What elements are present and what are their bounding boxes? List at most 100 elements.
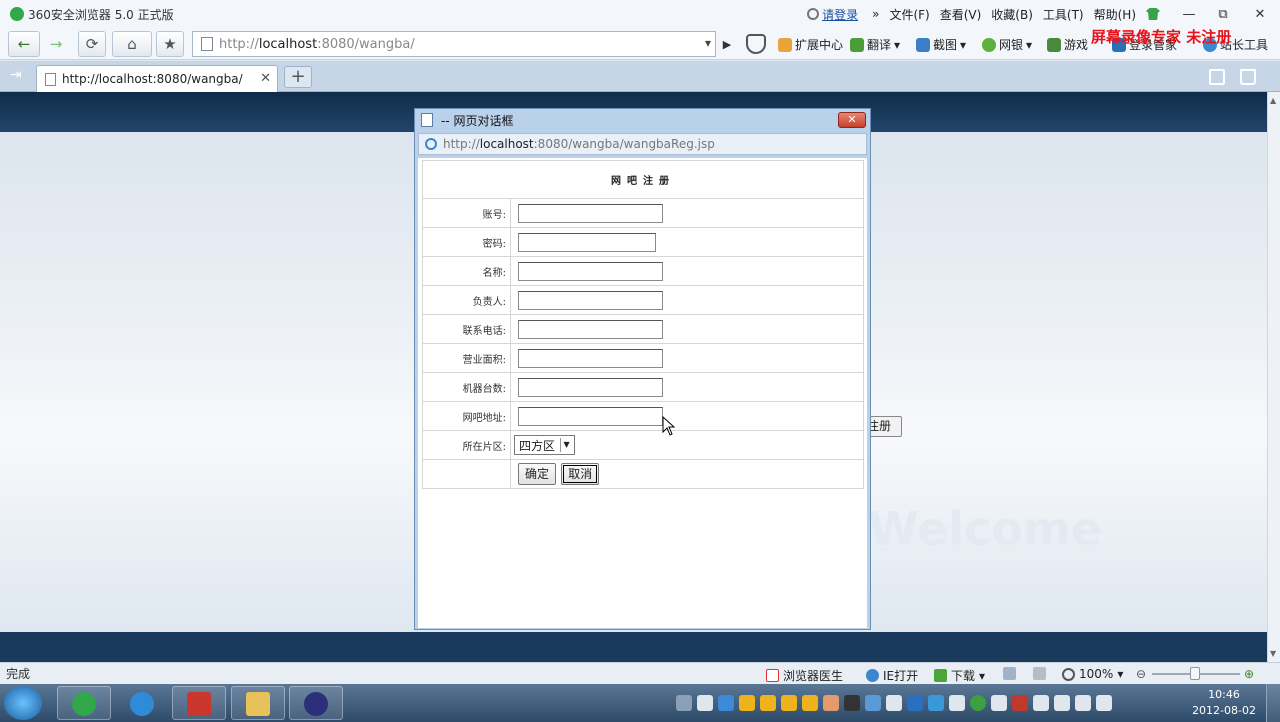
download-button[interactable]: 下载 ▾: [934, 667, 985, 684]
taskbar-explorer[interactable]: [231, 686, 285, 720]
menu-help[interactable]: 帮助(H): [1094, 6, 1136, 23]
tray-app-icon[interactable]: [886, 695, 902, 711]
tray-app-icon[interactable]: [907, 695, 923, 711]
flag-icon[interactable]: [1033, 695, 1049, 711]
refresh-button[interactable]: ⟳: [78, 31, 106, 57]
compat-icon[interactable]: [1003, 667, 1016, 680]
qq-icon[interactable]: [781, 695, 797, 711]
volume-icon[interactable]: [1096, 695, 1112, 711]
login-link[interactable]: 请登录: [807, 6, 858, 23]
zoom-slider-thumb[interactable]: [1190, 667, 1200, 680]
translate-button[interactable]: 翻译 ▾: [850, 36, 900, 53]
page-icon: [201, 37, 213, 51]
forward-button[interactable]: →: [40, 31, 72, 57]
qq-icon[interactable]: [802, 695, 818, 711]
taskbar-clock[interactable]: 10:46 2012-08-02: [1192, 687, 1256, 719]
show-desktop-button[interactable]: [1266, 684, 1280, 722]
area-input[interactable]: [518, 348, 663, 368]
titlebar-right: 请登录 » 文件(F) 查看(V) 收藏(B) 工具(T) 帮助(H) — ⧉ …: [807, 0, 1280, 28]
district-select[interactable]: 四方区 ▼: [514, 435, 576, 455]
menu-favorites[interactable]: 收藏(B): [991, 6, 1033, 23]
cancel-button[interactable]: 取消: [561, 463, 600, 485]
zoom-in-icon[interactable]: ⊕: [1244, 667, 1254, 681]
zoom-dropdown-icon[interactable]: ▾: [1117, 667, 1123, 681]
manager-input[interactable]: [518, 290, 663, 310]
taskbar-eclipse[interactable]: [289, 686, 343, 720]
translate-dropdown-icon[interactable]: ▾: [894, 38, 900, 52]
name-input[interactable]: [518, 261, 663, 281]
password-input[interactable]: [518, 232, 656, 252]
go-button[interactable]: ▶: [716, 31, 738, 57]
menu-tools[interactable]: 工具(T): [1043, 6, 1084, 23]
ie-open-button[interactable]: IE打开: [866, 667, 918, 684]
restore-tabs-icon[interactable]: [1209, 69, 1225, 85]
security-shield-icon[interactable]: [746, 34, 766, 54]
translate-label: 翻译: [867, 38, 892, 52]
screenshot-button[interactable]: 截图 ▾: [916, 36, 966, 53]
machines-input[interactable]: [518, 377, 663, 397]
folder-icon: [246, 692, 270, 716]
tab-close-icon[interactable]: ✕: [260, 71, 271, 86]
skin-icon[interactable]: [1146, 8, 1160, 20]
zoom-out-icon[interactable]: ⊖: [1136, 667, 1146, 681]
tray-app-icon[interactable]: [865, 695, 881, 711]
trash-icon[interactable]: [1240, 69, 1256, 85]
menu-file[interactable]: 文件(F): [889, 6, 929, 23]
tray-app-icon[interactable]: [970, 695, 986, 711]
qq-icon[interactable]: [823, 695, 839, 711]
address-url[interactable]: http://localhost:8080/wangba/: [219, 37, 415, 52]
restore-button[interactable]: ⧉: [1206, 3, 1240, 25]
system-tray: [676, 695, 1112, 711]
netbank-dropdown-icon[interactable]: ▾: [1026, 38, 1032, 52]
taskbar-ie[interactable]: [115, 686, 169, 720]
address-bar[interactable]: http://localhost:8080/wangba/ ▾: [192, 31, 716, 57]
scroll-down-icon[interactable]: ▼: [1270, 649, 1276, 658]
tray-app-icon[interactable]: [718, 695, 734, 711]
tray-app-icon[interactable]: [1012, 695, 1028, 711]
tray-app-icon[interactable]: [991, 695, 1007, 711]
browser-doctor-button[interactable]: 浏览器医生: [766, 667, 843, 684]
start-button[interactable]: [4, 686, 42, 720]
screenshot-dropdown-icon[interactable]: ▾: [960, 38, 966, 52]
minimize-button[interactable]: —: [1172, 3, 1206, 25]
manager-label: 负责人:: [422, 285, 511, 315]
download-dropdown-icon[interactable]: ▾: [979, 669, 985, 683]
keyboard-icon[interactable]: [676, 695, 692, 711]
tray-app-icon[interactable]: [844, 695, 860, 711]
district-selected-value: 四方区: [519, 438, 556, 453]
home-button[interactable]: ⌂: [112, 31, 152, 57]
eclipse-icon: [304, 692, 328, 716]
dialog-close-button[interactable]: ✕: [838, 112, 866, 128]
sidebar-toggle-icon[interactable]: ⇥: [10, 68, 24, 82]
games-button[interactable]: 游戏: [1047, 36, 1088, 53]
dialog-titlebar[interactable]: -- 网页对话框: [415, 109, 870, 131]
qq-icon[interactable]: [760, 695, 776, 711]
scroll-up-icon[interactable]: ▲: [1270, 96, 1276, 105]
address-input[interactable]: [518, 406, 663, 426]
menu-arrows-icon[interactable]: »: [872, 7, 879, 21]
taskbar-360-browser[interactable]: [57, 686, 111, 720]
address-dropdown-icon[interactable]: ▾: [705, 36, 711, 50]
new-tab-button[interactable]: +: [284, 66, 312, 88]
shield-icon[interactable]: [928, 695, 944, 711]
refresh-icon: ⟳: [85, 35, 99, 53]
favorite-star-button[interactable]: ★: [156, 31, 184, 57]
back-button[interactable]: ←: [8, 31, 40, 57]
network-icon[interactable]: [1075, 695, 1091, 711]
close-window-button[interactable]: ✕: [1240, 3, 1280, 25]
tray-app-icon[interactable]: [949, 695, 965, 711]
netbank-button[interactable]: 网银 ▾: [982, 36, 1032, 53]
account-input[interactable]: [518, 203, 663, 223]
tray-app-icon[interactable]: [1054, 695, 1070, 711]
extensions-button[interactable]: 扩展中心: [778, 36, 843, 53]
confirm-button[interactable]: 确定: [518, 463, 557, 485]
tab-wangba[interactable]: http://localhost:8080/wangba/ ✕: [36, 65, 278, 92]
taskbar-toolbox[interactable]: [172, 686, 226, 720]
phone-input[interactable]: [518, 319, 663, 339]
menu-view[interactable]: 查看(V): [940, 6, 982, 23]
zoom-button[interactable]: 100% ▾: [1062, 667, 1123, 681]
page-scrollbar[interactable]: ▲ ▼: [1267, 92, 1280, 662]
tray-app-icon[interactable]: [697, 695, 713, 711]
qq-icon[interactable]: [739, 695, 755, 711]
speaker-icon[interactable]: [1033, 667, 1046, 680]
